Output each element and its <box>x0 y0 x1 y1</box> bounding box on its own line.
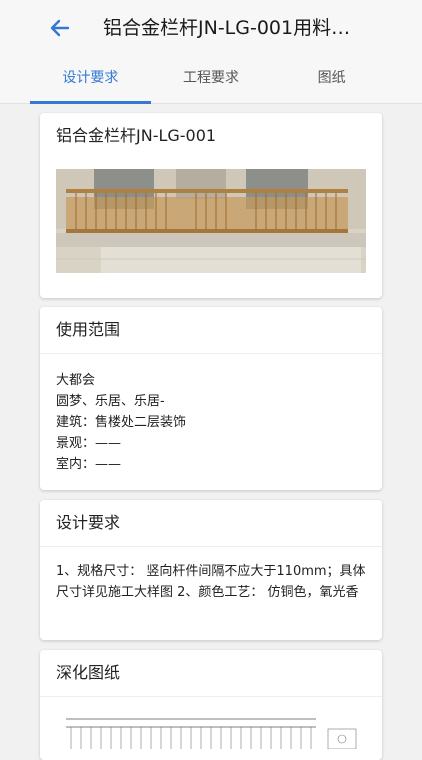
design-title: 设计要求 <box>40 500 382 547</box>
product-title: 铝合金栏杆JN-LG-001 <box>56 126 217 145</box>
usage-line: 大都会 <box>56 373 96 388</box>
arrow-left-icon <box>50 19 70 37</box>
drawing-title: 深化图纸 <box>40 650 382 697</box>
usage-line: 景观：—— <box>56 436 122 451</box>
usage-line: 圆梦、乐居、乐居- <box>56 394 165 409</box>
usage-line: 建筑：售楼处二层装饰 <box>56 415 187 430</box>
usage-title: 使用范围 <box>40 307 382 354</box>
top-bar: 铝合金栏杆JN-LG-001用料… 设计要求 工程要求 图纸 <box>0 0 422 104</box>
usage-card: 使用范围 大都会 圆梦、乐居、乐居- 建筑：售楼处二层装饰 景观：—— 室内：—… <box>40 307 382 490</box>
tab-design-requirements[interactable]: 设计要求 <box>30 56 151 104</box>
usage-body: 大都会 圆梦、乐居、乐居- 建筑：售楼处二层装饰 景观：—— 室内：—— <box>40 354 382 485</box>
back-button[interactable] <box>44 14 76 42</box>
tab-drawings[interactable]: 图纸 <box>271 56 392 104</box>
drawing-card: 深化图纸 <box>40 650 382 760</box>
tab-bar: 设计要求 工程要求 图纸 <box>30 56 392 104</box>
design-text: 1、规格尺寸： 竖向杆件间隔不应大于110mm；具体尺寸详见施工大样图 2、颜色… <box>56 564 366 600</box>
drawing-image[interactable] <box>56 709 366 749</box>
product-card: 铝合金栏杆JN-LG-001 <box>40 113 382 298</box>
page-title: 铝合金栏杆JN-LG-001用料… <box>103 17 351 39</box>
usage-line: 室内：—— <box>56 457 122 472</box>
tab-engineering-requirements[interactable]: 工程要求 <box>151 56 272 104</box>
design-card: 设计要求 1、规格尺寸： 竖向杆件间隔不应大于110mm；具体尺寸详见施工大样图… <box>40 500 382 640</box>
railing-photo <box>56 169 366 273</box>
